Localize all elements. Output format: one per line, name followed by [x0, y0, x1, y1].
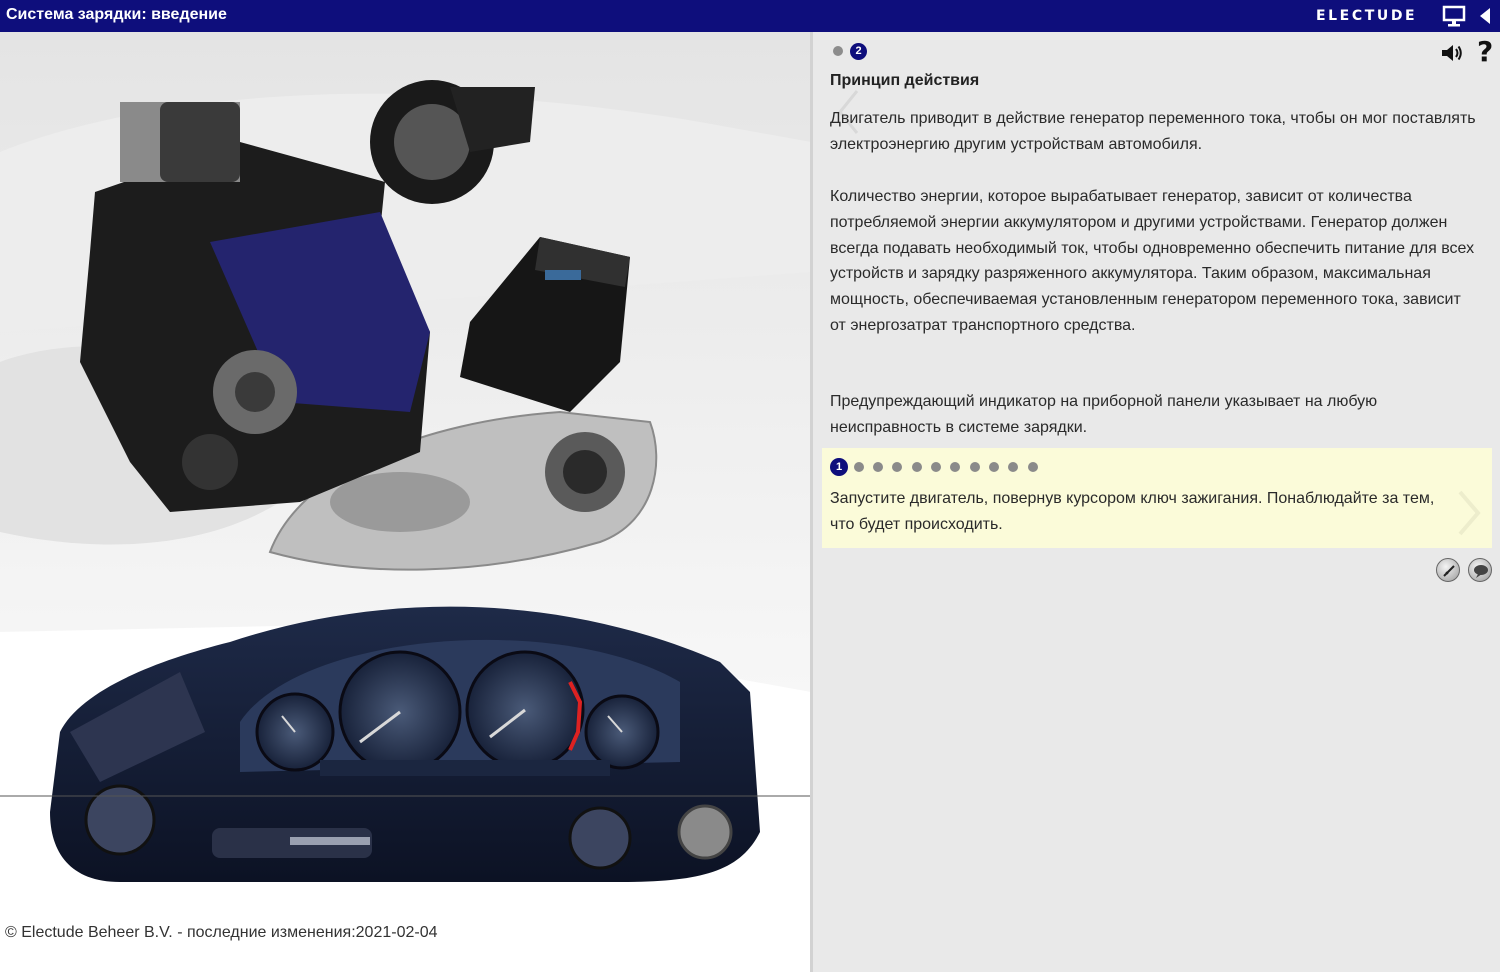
car-engine-battery-dashboard-illustration[interactable]: [0, 32, 811, 902]
step-dot-5[interactable]: [912, 462, 922, 472]
step-dot-11[interactable]: [1028, 462, 1038, 472]
step-dot-10[interactable]: [1008, 462, 1018, 472]
step-dot-8[interactable]: [970, 462, 980, 472]
copyright-text: © Electude Beheer B.V. - последние измен…: [5, 924, 438, 941]
paragraph-3: Предупреждающий индикатор на приборной п…: [830, 393, 1378, 436]
step-dot-9[interactable]: [989, 462, 999, 472]
monitor-icon[interactable]: [1442, 4, 1466, 28]
chevron-right-icon[interactable]: [1454, 488, 1484, 538]
help-button[interactable]: ?: [1477, 37, 1493, 67]
brand-logo: ELECTUDE: [1316, 8, 1418, 24]
speaker-icon[interactable]: [1440, 42, 1464, 64]
title-bar: Система зарядки: введение ELECTUDE: [0, 0, 1500, 32]
triangle-left-icon[interactable]: [1478, 7, 1492, 25]
task-instruction: Запустите двигатель, повернув курсором к…: [830, 490, 1435, 533]
step-dot-2[interactable]: [854, 462, 864, 472]
step-dot-7[interactable]: [950, 462, 960, 472]
illustration-pane: © Electude Beheer B.V. - последние измен…: [0, 32, 811, 972]
section-title: Принцип действия: [830, 72, 980, 89]
page-title: Система зарядки: введение: [6, 6, 227, 23]
paragraph-1: Двигатель приводит в действие генератор …: [830, 110, 1476, 153]
step-dot-1[interactable]: 1: [830, 458, 848, 476]
page-dot-1[interactable]: [833, 46, 843, 56]
speech-bubble-icon[interactable]: [1468, 558, 1492, 582]
step-dot-6[interactable]: [931, 462, 941, 472]
content-pane: 2 ? Принцип действия Двигатель приводит …: [813, 32, 1500, 972]
page-dot-2[interactable]: 2: [850, 43, 867, 60]
step-dot-3[interactable]: [873, 462, 883, 472]
task-box: 1 Запустите двигатель, повернув курсором…: [822, 448, 1492, 548]
paragraph-2: Количество энергии, которое вырабатывает…: [830, 188, 1475, 334]
compass-icon[interactable]: [1436, 558, 1460, 582]
step-dot-4[interactable]: [892, 462, 902, 472]
